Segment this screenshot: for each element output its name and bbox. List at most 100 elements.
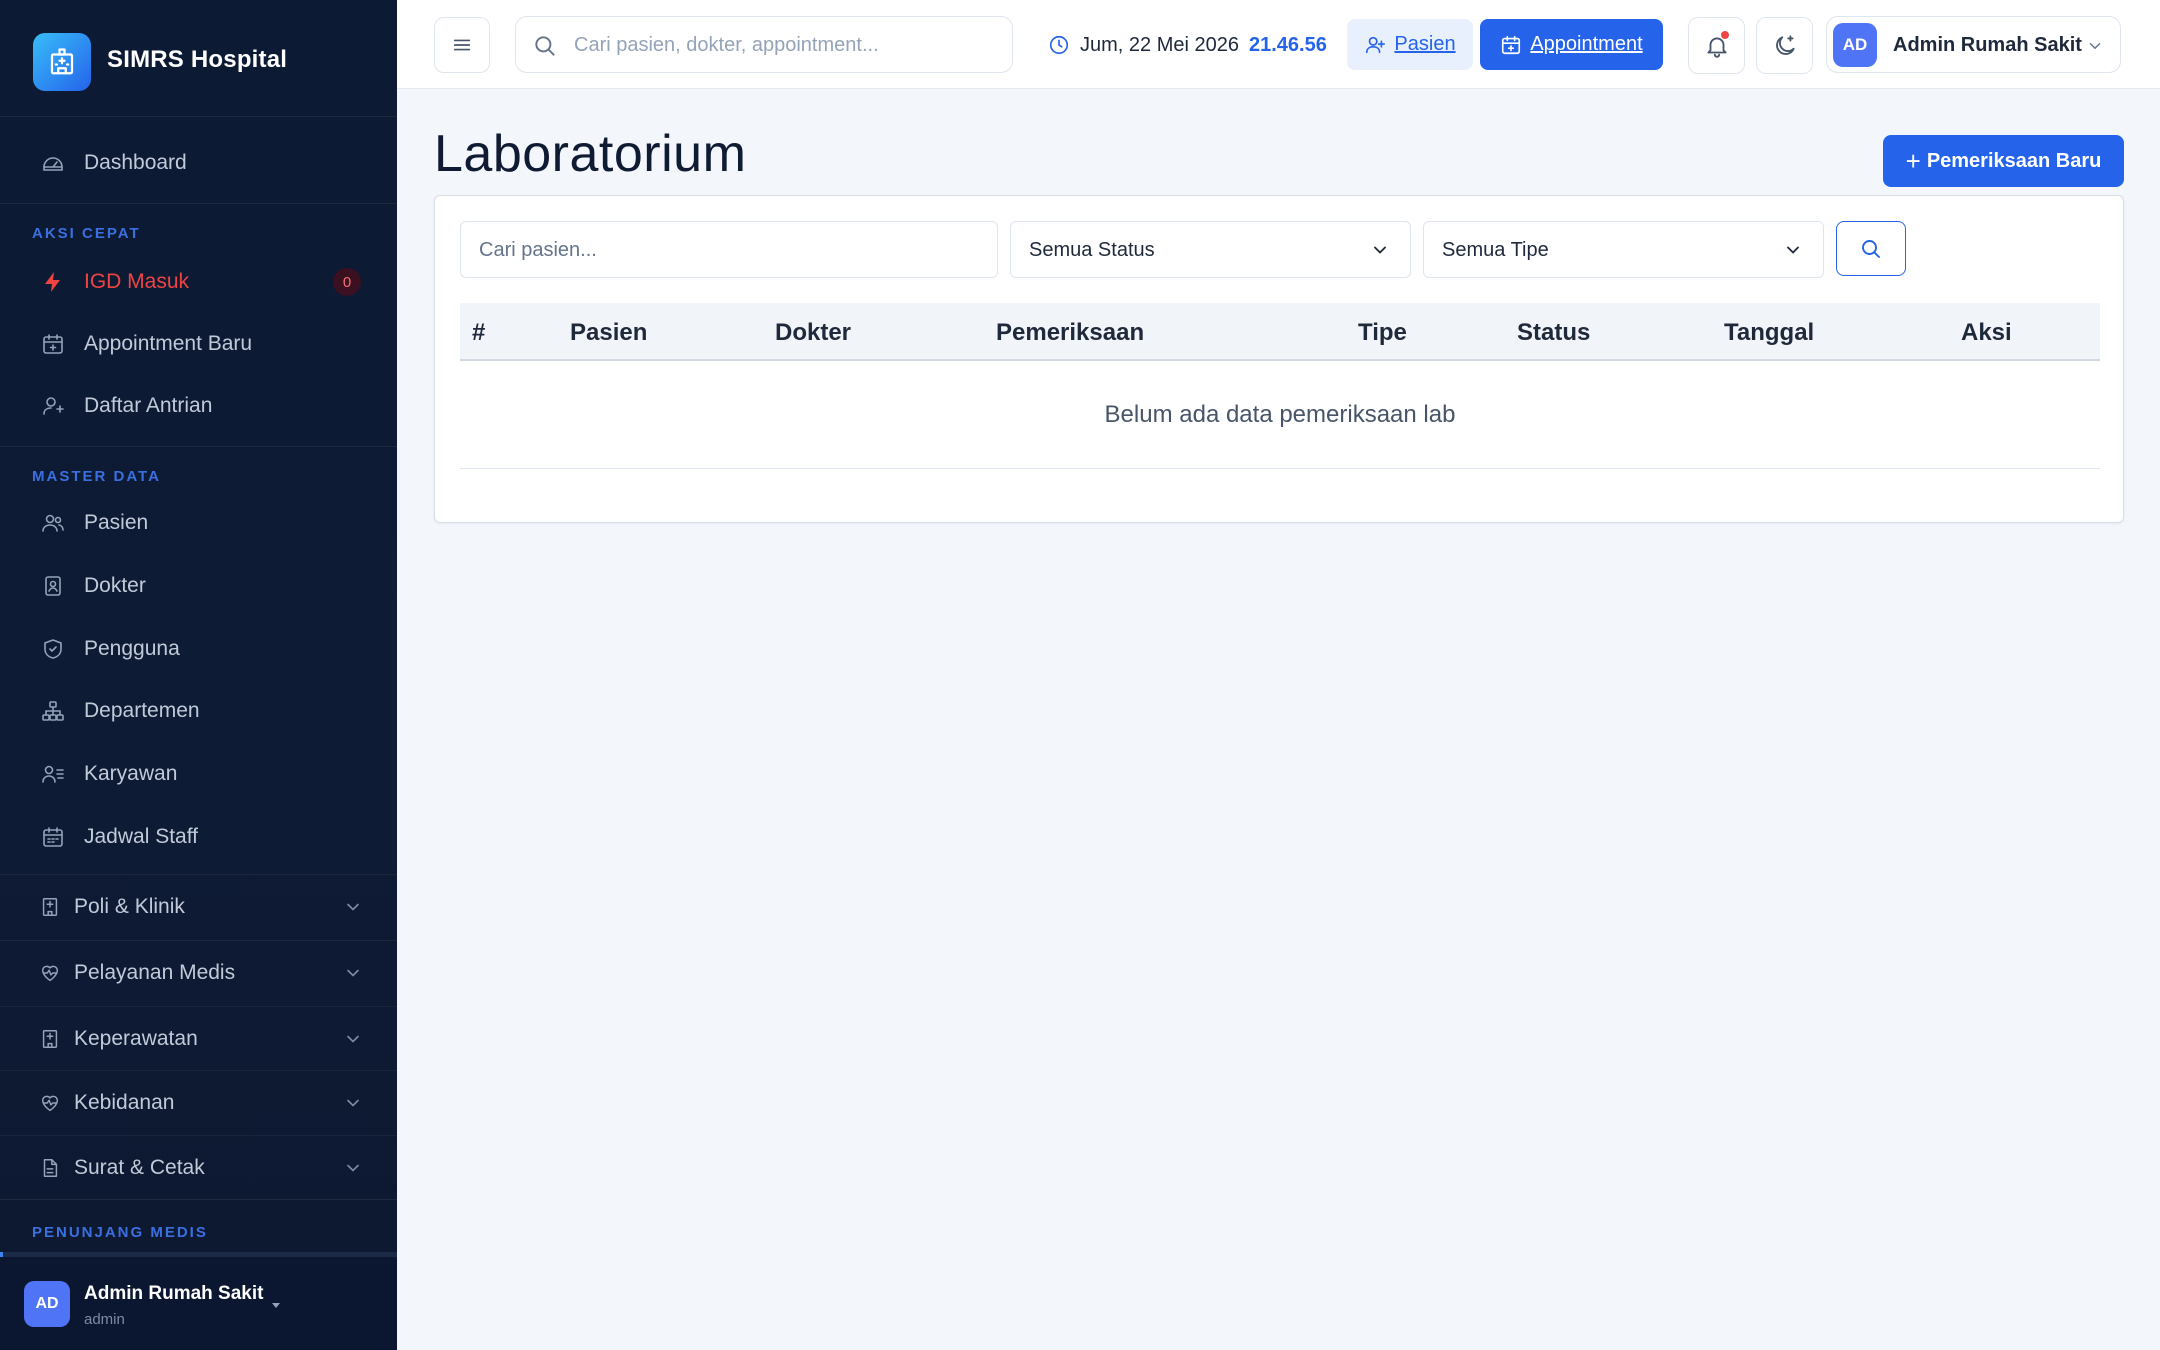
id-badge-icon xyxy=(40,573,66,599)
document-icon xyxy=(38,1156,62,1180)
gauge-icon xyxy=(40,150,66,176)
lab-card: Semua Status Semua Tipe # Pasien Dokter … xyxy=(434,195,2124,523)
section-title-aksi-cepat: AKSI CEPAT xyxy=(32,225,141,242)
sidebar-item-label: Daftar Antrian xyxy=(84,394,213,417)
appointment-button[interactable]: Appointment xyxy=(1480,19,1663,70)
chevron-down-icon xyxy=(347,1035,359,1043)
org-chart-icon xyxy=(40,698,66,724)
users-icon xyxy=(40,510,66,536)
current-datetime: Jum, 22 Mei 2026 21.46.56 xyxy=(1048,30,1327,60)
sidebar-item-label: Departemen xyxy=(84,699,200,722)
user-role: admin xyxy=(84,1311,125,1328)
sidebar-divider xyxy=(0,1199,397,1200)
theme-toggle-button[interactable] xyxy=(1756,17,1813,74)
appointment-button-label: Appointment xyxy=(1530,33,1643,55)
chevron-down-icon xyxy=(1787,246,1799,254)
sidebar-item-appointment-baru[interactable]: Appointment Baru xyxy=(0,316,397,372)
shield-icon xyxy=(40,636,66,662)
sidebar-item-label: Dashboard xyxy=(84,151,187,174)
notifications-button[interactable] xyxy=(1688,17,1745,74)
topbar: Jum, 22 Mei 2026 21.46.56 Pasien Appoint… xyxy=(397,0,2160,89)
hospital-logo-icon xyxy=(33,33,91,91)
calendar-plus-icon xyxy=(40,331,66,357)
chevron-down-icon xyxy=(347,1099,359,1107)
hamburger-icon xyxy=(453,39,471,51)
sidebar-item-label: Appointment Baru xyxy=(84,332,253,355)
avatar: AD xyxy=(24,1281,70,1327)
clock-icon xyxy=(1049,35,1069,55)
sidebar-item-label: Pasien xyxy=(84,511,149,534)
sidebar: SIMRS Hospital Dashboard AKSI CEPAT IGD … xyxy=(0,0,397,1350)
brand[interactable]: SIMRS Hospital xyxy=(0,0,397,117)
current-date: Jum, 22 Mei 2026 xyxy=(1080,33,1239,56)
sidebar-group-kebidanan[interactable]: Kebidanan xyxy=(0,1070,397,1134)
plus-icon: + xyxy=(1905,145,1921,176)
search-icon xyxy=(1862,239,1880,258)
sidebar-item-daftar-antrian[interactable]: Daftar Antrian xyxy=(0,378,397,434)
column-header-number: # xyxy=(472,319,486,346)
sidebar-item-dashboard[interactable]: Dashboard xyxy=(0,135,397,191)
column-header-pemeriksaan: Pemeriksaan xyxy=(996,319,1145,346)
sidebar-group-pelayanan-medis[interactable]: Pelayanan Medis xyxy=(0,940,397,1004)
patient-search-input[interactable] xyxy=(479,232,979,268)
sidebar-item-pengguna[interactable]: Pengguna xyxy=(0,621,397,677)
pasien-button-label: Pasien xyxy=(1394,33,1456,55)
global-search[interactable] xyxy=(515,16,1013,73)
type-filter-select[interactable]: Semua Tipe xyxy=(1423,221,1824,278)
section-title-penunjang-medis: PENUNJANG MEDIS xyxy=(32,1224,208,1241)
user-plus-icon xyxy=(1366,36,1386,53)
chevron-down-icon xyxy=(347,903,359,911)
page-title: Laboratorium xyxy=(434,125,747,183)
sidebar-item-jadwal-staff[interactable]: Jadwal Staff xyxy=(0,809,397,865)
sidebar-group-label: Kebidanan xyxy=(74,1090,175,1114)
status-filter-value: Semua Status xyxy=(1029,239,1155,261)
app-root: SIMRS Hospital Dashboard AKSI CEPAT IGD … xyxy=(0,0,2160,1350)
user-name: Admin Rumah Sakit xyxy=(84,1283,264,1304)
status-filter-select[interactable]: Semua Status xyxy=(1010,221,1411,278)
avatar: AD xyxy=(1833,23,1877,67)
chevron-down-icon xyxy=(1374,246,1386,254)
sidebar-user-menu[interactable]: AD Admin Rumah Sakit admin xyxy=(0,1257,397,1350)
search-input[interactable] xyxy=(574,27,994,63)
sidebar-item-departemen[interactable]: Departemen xyxy=(0,683,397,739)
profile-menu-button[interactable]: AD Admin Rumah Sakit xyxy=(1826,16,2121,73)
brand-name: SIMRS Hospital xyxy=(107,46,288,73)
search-icon xyxy=(535,36,555,56)
bolt-icon xyxy=(40,269,66,295)
sidebar-item-pasien[interactable]: Pasien xyxy=(0,495,397,551)
heart-pulse-icon xyxy=(38,1091,62,1115)
sidebar-group-surat-cetak[interactable]: Surat & Cetak xyxy=(0,1135,397,1199)
igd-count-badge: 0 xyxy=(333,268,361,296)
calendar-icon xyxy=(40,824,66,850)
column-header-pasien: Pasien xyxy=(570,319,648,346)
menu-toggle-button[interactable] xyxy=(434,17,490,73)
column-header-status: Status xyxy=(1517,319,1591,346)
section-title-master-data: MASTER DATA xyxy=(32,468,161,485)
patient-search-field[interactable] xyxy=(460,221,998,278)
column-header-tanggal: Tanggal xyxy=(1724,319,1815,346)
sidebar-divider xyxy=(0,446,397,447)
sidebar-item-label: Karyawan xyxy=(84,762,178,785)
filter-search-button[interactable] xyxy=(1836,221,1906,276)
new-examination-label: Pemeriksaan Baru xyxy=(1926,149,2102,172)
calendar-plus-icon xyxy=(1502,35,1521,54)
sidebar-item-karyawan[interactable]: Karyawan xyxy=(0,746,397,802)
heart-pulse-icon xyxy=(38,961,62,985)
user-queue-icon xyxy=(40,393,66,419)
profile-name: Admin Rumah Sakit xyxy=(1893,34,2082,56)
new-examination-button[interactable]: + Pemeriksaan Baru xyxy=(1883,135,2124,187)
sidebar-item-dokter[interactable]: Dokter xyxy=(0,558,397,614)
type-filter-value: Semua Tipe xyxy=(1442,239,1549,261)
empty-state-message: Belum ada data pemeriksaan lab xyxy=(460,361,2100,469)
sidebar-item-label: Pengguna xyxy=(84,637,180,660)
moon-icon xyxy=(1775,34,1795,55)
user-list-icon xyxy=(40,761,66,787)
chevron-down-icon xyxy=(347,969,359,977)
pasien-button[interactable]: Pasien xyxy=(1347,19,1473,70)
sidebar-group-label: Surat & Cetak xyxy=(74,1155,205,1179)
sidebar-item-igd-masuk[interactable]: IGD Masuk 0 xyxy=(0,254,397,310)
sidebar-group-keperawatan[interactable]: Keperawatan xyxy=(0,1006,397,1070)
current-time: 21.46.56 xyxy=(1248,33,1327,56)
sidebar-item-label: Dokter xyxy=(84,574,146,597)
sidebar-group-poli-klinik[interactable]: Poli & Klinik xyxy=(0,874,397,938)
